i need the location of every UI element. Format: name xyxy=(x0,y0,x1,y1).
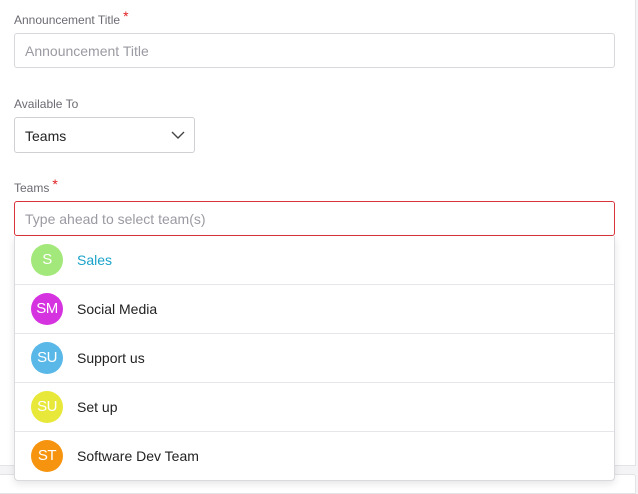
team-option-label: Set up xyxy=(77,399,118,415)
avatar: S xyxy=(31,244,63,276)
team-option-label: Support us xyxy=(77,350,145,366)
teams-label: Teams * xyxy=(14,176,58,195)
team-option-social-media[interactable]: SM Social Media xyxy=(15,285,614,334)
required-marker: * xyxy=(123,8,129,24)
chevron-down-icon xyxy=(171,131,185,139)
team-option-set-up[interactable]: SU Set up xyxy=(15,383,614,432)
announcement-title-input[interactable] xyxy=(14,33,615,68)
team-option-sales[interactable]: S Sales xyxy=(15,236,614,285)
team-option-label: Software Dev Team xyxy=(77,448,199,464)
team-option-label: Sales xyxy=(77,252,113,268)
team-option-software-dev-team[interactable]: ST Software Dev Team xyxy=(15,432,614,480)
teams-dropdown-list: S Sales SM Social Media SU Support us SU… xyxy=(14,236,615,481)
team-option-label: Social Media xyxy=(77,301,158,317)
available-to-value: Teams xyxy=(25,128,67,144)
avatar: ST xyxy=(31,440,63,472)
available-to-select[interactable]: Teams xyxy=(14,117,195,153)
required-marker: * xyxy=(52,176,58,192)
team-option-support-us[interactable]: SU Support us xyxy=(15,334,614,383)
teams-typeahead-input[interactable] xyxy=(14,201,615,236)
avatar: SM xyxy=(31,293,63,325)
avatar: SU xyxy=(31,391,63,423)
avatar: SU xyxy=(31,342,63,374)
available-to-label: Available To xyxy=(14,97,79,111)
announcement-title-label: Announcement Title * xyxy=(14,8,129,27)
